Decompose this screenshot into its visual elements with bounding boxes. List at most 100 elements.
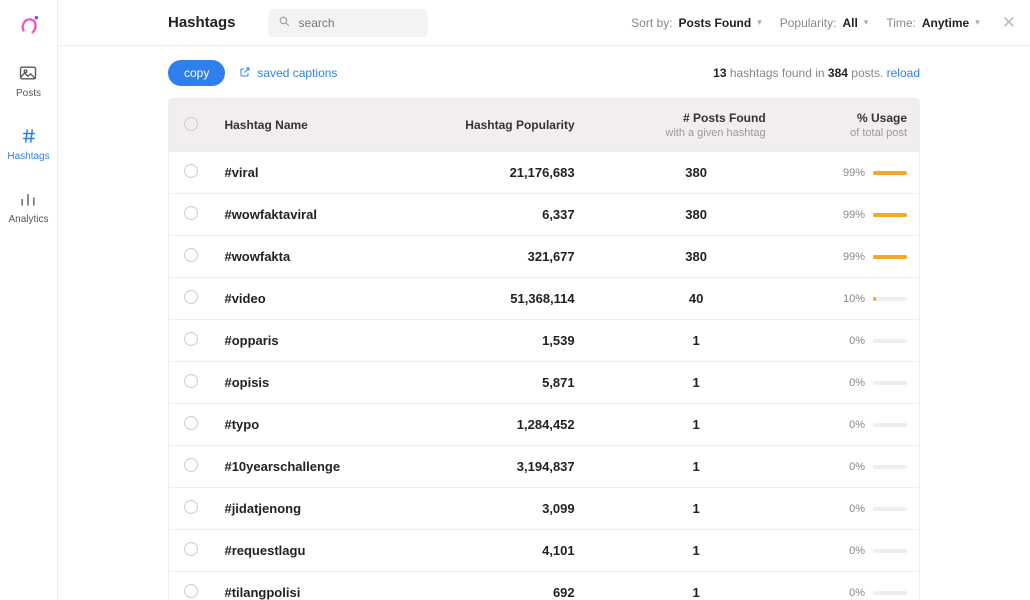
row-checkbox[interactable] [184,164,198,178]
hashtag-popularity: 51,368,114 [430,278,615,320]
hashtag-popularity: 1,539 [430,320,615,362]
posts-found: 380 [615,236,778,278]
select-all-checkbox[interactable] [184,117,198,131]
main: Hashtags Sort by: Posts Found ▾ Populari… [58,0,1030,600]
hashtag-popularity: 6,337 [430,194,615,236]
table-row: #wowfaktaviral6,33738099% [169,194,919,236]
reload-link[interactable]: reload [887,66,920,80]
usage-pct: 99% [843,251,865,263]
usage-bar [873,213,907,217]
hashtag-name: #wowfaktaviral [212,194,429,236]
posts-found: 40 [615,278,778,320]
usage-bar [873,381,907,385]
page-title: Hashtags [168,14,236,31]
close-icon[interactable]: ✕ [1002,13,1016,33]
topbar-filters: Sort by: Posts Found ▾ Popularity: All ▾… [631,13,1016,33]
nav-posts[interactable]: Posts [16,62,41,99]
table-row: #tilangpolisi69210% [169,572,919,600]
table-row: #jidatjenong3,09910% [169,488,919,530]
row-checkbox[interactable] [184,542,198,556]
usage-pct: 0% [849,419,865,431]
row-checkbox[interactable] [184,332,198,346]
hashtag-count: 13 [713,66,726,80]
nav-analytics[interactable]: Analytics [8,188,48,225]
chevron-down-icon: ▾ [864,17,869,28]
hashtag-popularity: 692 [430,572,615,600]
usage-bar [873,591,907,595]
hashtag-name: #viral [212,152,429,194]
hashtag-name: #requestlagu [212,530,429,572]
topbar: Hashtags Sort by: Posts Found ▾ Populari… [58,0,1030,46]
usage-bar [873,255,907,259]
posts-count: 384 [828,66,848,80]
row-checkbox[interactable] [184,290,198,304]
usage-bar [873,423,907,427]
row-checkbox[interactable] [184,458,198,472]
copy-button[interactable]: copy [168,60,225,86]
usage-pct: 99% [843,167,865,179]
search-input[interactable] [299,16,454,30]
app-logo [18,14,40,36]
row-checkbox[interactable] [184,584,198,598]
usage-pct: 0% [849,503,865,515]
nav-label: Analytics [8,214,48,225]
col-posts-found[interactable]: # Posts Foundwith a given hashtag [615,99,778,152]
hashtag-name: #opparis [212,320,429,362]
row-checkbox[interactable] [184,248,198,262]
hashtag-popularity: 3,194,837 [430,446,615,488]
search-icon [278,15,291,31]
usage-bar [873,549,907,553]
usage-bar [873,339,907,343]
posts-found: 1 [615,320,778,362]
sort-dropdown[interactable]: Sort by: Posts Found ▾ [631,16,762,30]
popularity-dropdown[interactable]: Popularity: All ▾ [780,16,869,30]
saved-captions-button[interactable]: saved captions [239,66,337,81]
popularity-value: All [842,16,857,30]
bar-chart-icon [17,188,39,210]
table-row: #video51,368,1144010% [169,278,919,320]
row-checkbox[interactable] [184,416,198,430]
time-label: Time: [886,16,916,30]
image-icon [17,62,39,84]
col-hashtag-name[interactable]: Hashtag Name [212,99,429,152]
posts-found: 1 [615,488,778,530]
nav-label: Posts [16,88,41,99]
hashtag-name: #jidatjenong [212,488,429,530]
usage-pct: 0% [849,335,865,347]
col-popularity[interactable]: Hashtag Popularity [430,99,615,152]
hashtag-name: #opisis [212,362,429,404]
usage: 0% [790,503,907,515]
table-row: #opisis5,87110% [169,362,919,404]
row-checkbox[interactable] [184,500,198,514]
row-checkbox[interactable] [184,374,198,388]
search-input-wrap[interactable] [268,9,428,37]
usage: 0% [790,461,907,473]
external-link-icon [239,66,251,81]
usage-pct: 0% [849,545,865,557]
col-usage[interactable]: % Usageof total post [778,99,919,152]
posts-found: 1 [615,530,778,572]
usage: 99% [790,167,907,179]
sort-value: Posts Found [679,16,752,30]
usage-bar [873,297,907,301]
row-checkbox[interactable] [184,206,198,220]
hashtag-name: #10yearschallenge [212,446,429,488]
table-row: #10yearschallenge3,194,83710% [169,446,919,488]
time-dropdown[interactable]: Time: Anytime ▾ [886,16,979,30]
hashtag-name: #tilangpolisi [212,572,429,600]
status-text: 13 hashtags found in 384 posts. reload [713,66,920,80]
hashtag-icon [18,125,40,147]
hashtag-name: #wowfakta [212,236,429,278]
table-row: #typo1,284,45210% [169,404,919,446]
usage-pct: 0% [849,377,865,389]
nav-hashtags[interactable]: Hashtags [7,125,49,162]
popularity-label: Popularity: [780,16,837,30]
hashtag-table: Hashtag Name Hashtag Popularity # Posts … [168,98,920,600]
chevron-down-icon: ▾ [975,17,980,28]
usage: 0% [790,545,907,557]
hashtag-popularity: 321,677 [430,236,615,278]
sort-label: Sort by: [631,16,672,30]
posts-found: 1 [615,362,778,404]
hashtag-popularity: 1,284,452 [430,404,615,446]
hashtag-name: #typo [212,404,429,446]
